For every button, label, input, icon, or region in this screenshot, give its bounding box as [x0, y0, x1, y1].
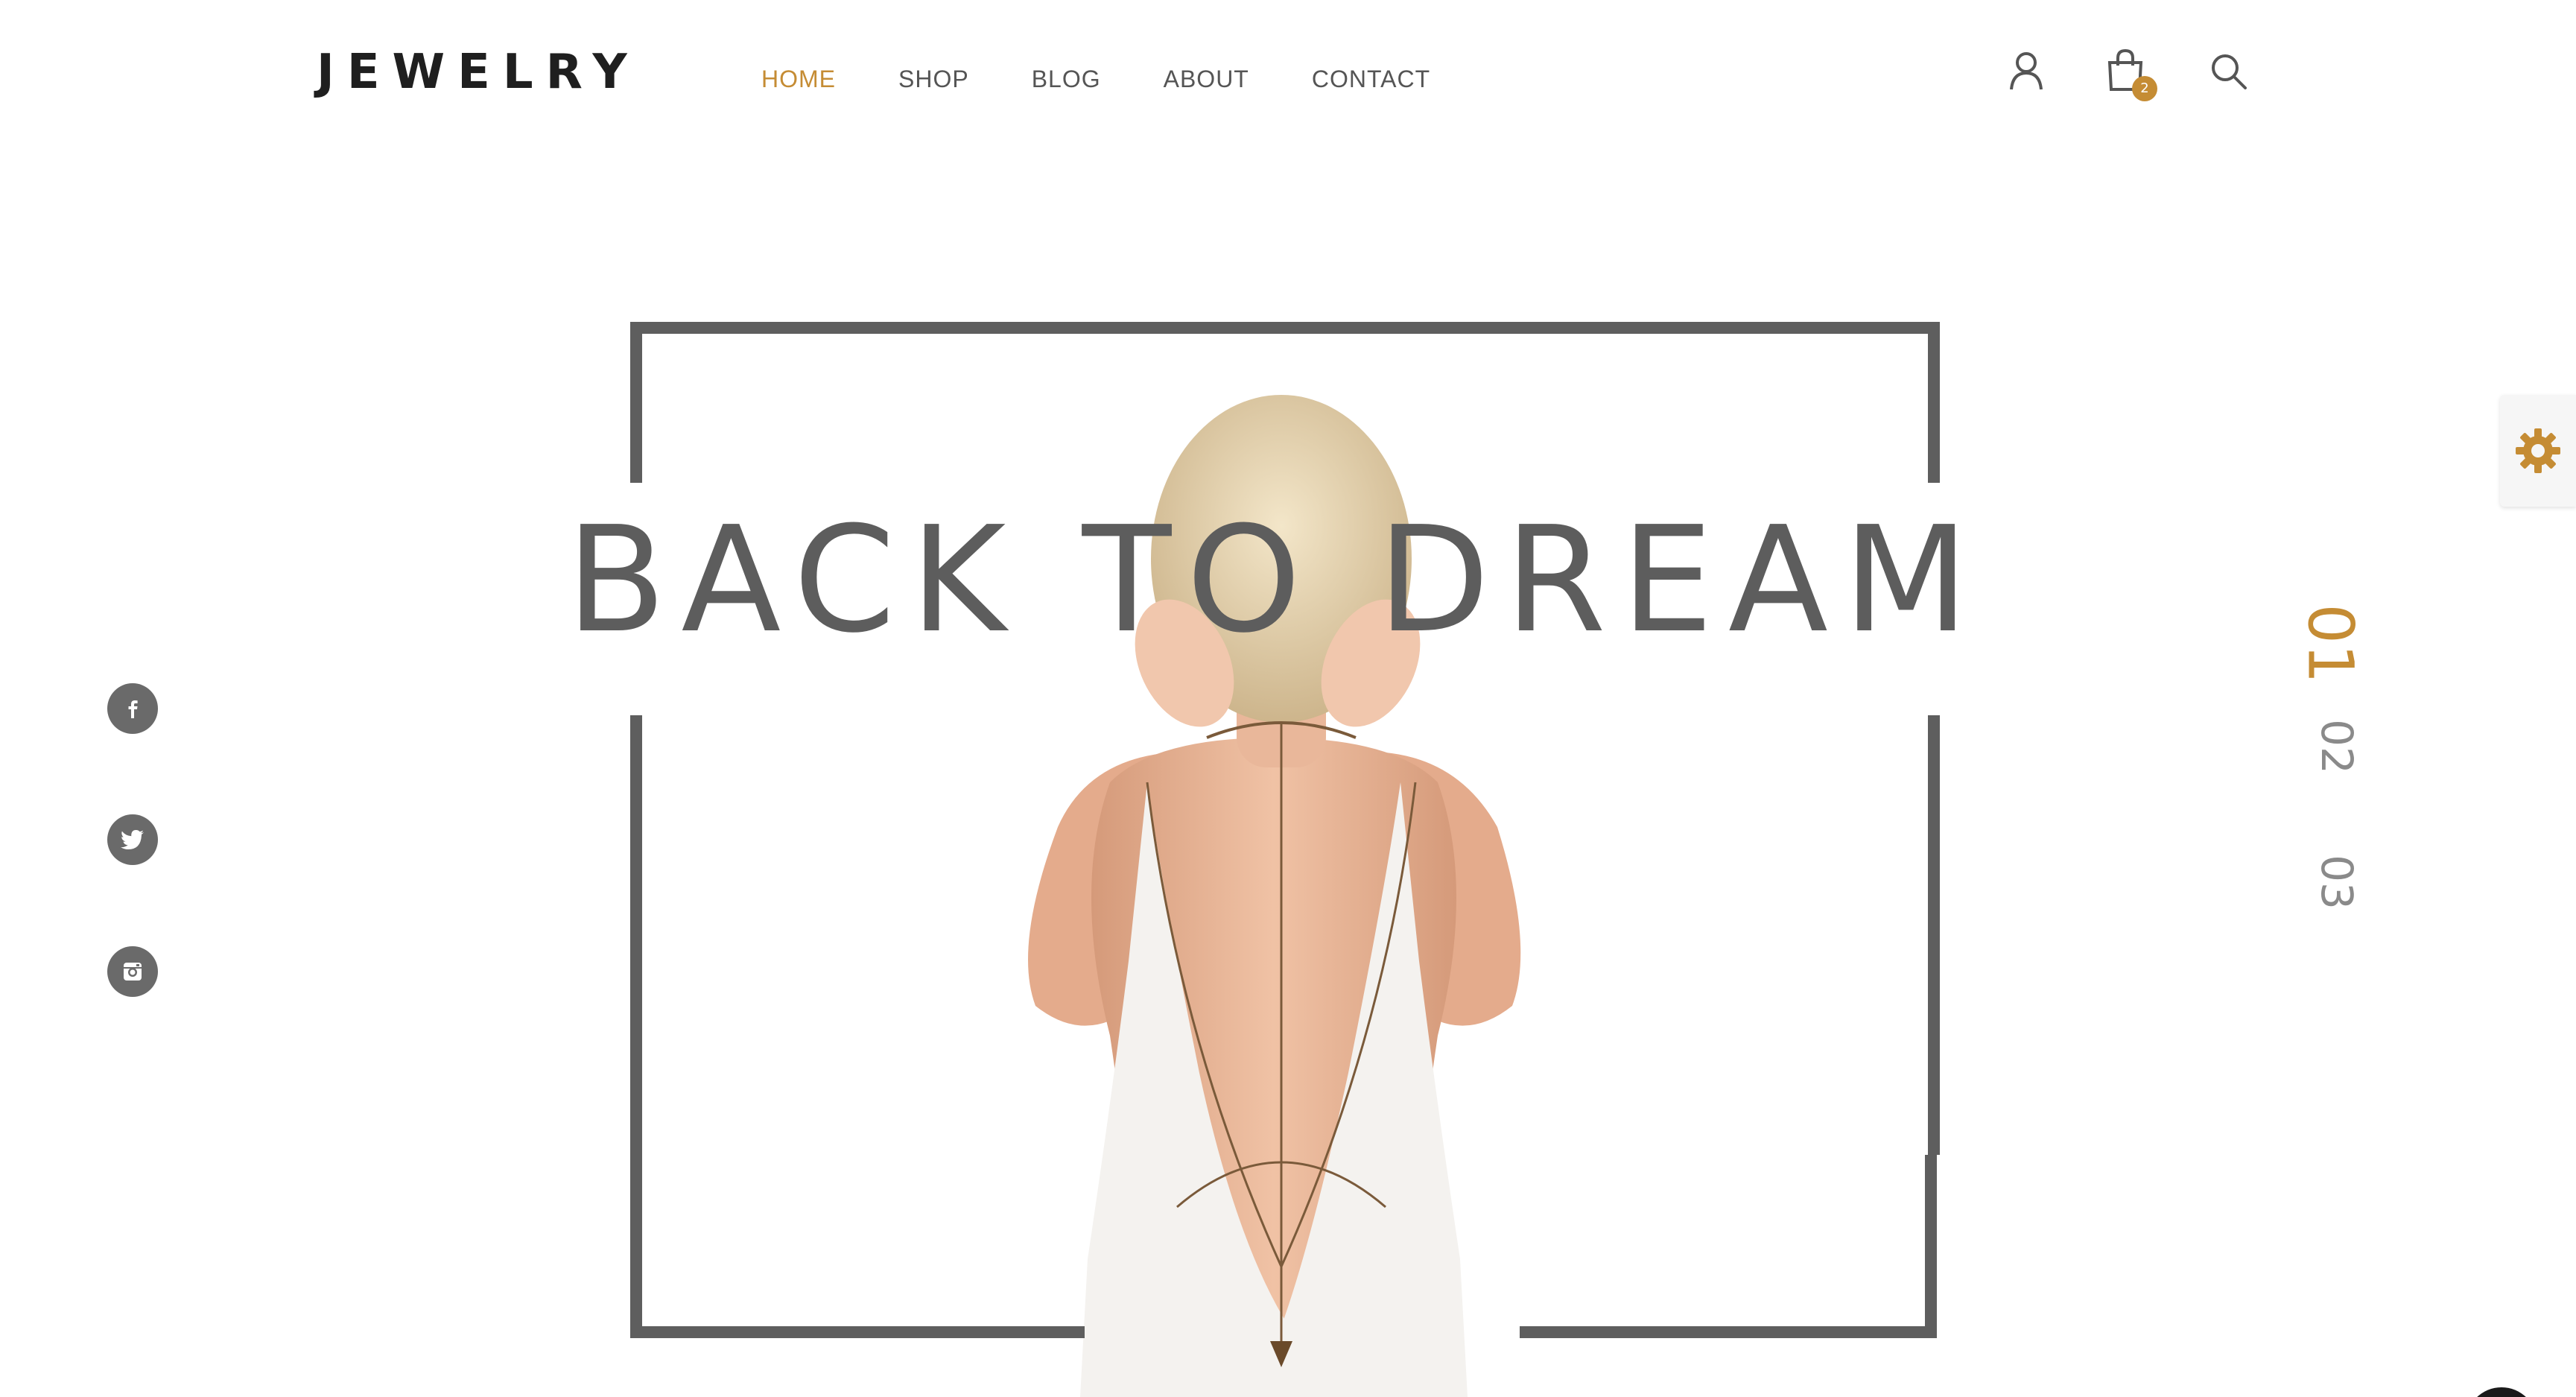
- main-nav: HOME SHOP BLOG ABOUT CONTACT: [761, 66, 1493, 93]
- twitter-link[interactable]: [107, 814, 158, 865]
- frame-left-upper: [630, 322, 642, 483]
- chat-button[interactable]: [2466, 1387, 2537, 1397]
- cart-button[interactable]: 2: [2107, 48, 2159, 101]
- slide-indicator-2[interactable]: 02: [2312, 719, 2362, 774]
- twitter-icon: [121, 830, 144, 849]
- site-logo[interactable]: JEWELRY: [317, 45, 640, 100]
- frame-right-upper: [1928, 322, 1940, 483]
- search-icon[interactable]: [2209, 52, 2248, 91]
- frame-bottom-left: [630, 1326, 1085, 1338]
- cart-count-badge: 2: [2132, 76, 2157, 101]
- slide-indicator-3[interactable]: 03: [2312, 855, 2362, 910]
- instagram-icon: [124, 963, 142, 981]
- nav-about[interactable]: ABOUT: [1164, 66, 1249, 93]
- hero-headline: BACK TO DREAM: [565, 495, 1985, 665]
- nav-contact[interactable]: CONTACT: [1312, 66, 1430, 93]
- facebook-icon: [128, 700, 138, 718]
- user-icon[interactable]: [2008, 51, 2044, 92]
- nav-shop[interactable]: SHOP: [898, 66, 969, 93]
- facebook-link[interactable]: [107, 683, 158, 734]
- nav-home[interactable]: HOME: [761, 66, 836, 93]
- frame-bottom-right: [1520, 1326, 1937, 1338]
- slide-indicator-1[interactable]: 01: [2294, 604, 2367, 684]
- frame-right-bottom: [1925, 1155, 1937, 1338]
- frame-right-lower: [1928, 715, 1940, 1155]
- frame-left-lower: [630, 715, 642, 1338]
- instagram-link[interactable]: [107, 946, 158, 997]
- frame-top: [630, 322, 1940, 334]
- gear-icon: [2516, 428, 2560, 473]
- nav-blog[interactable]: BLOG: [1032, 66, 1101, 93]
- settings-panel-toggle[interactable]: [2500, 395, 2576, 507]
